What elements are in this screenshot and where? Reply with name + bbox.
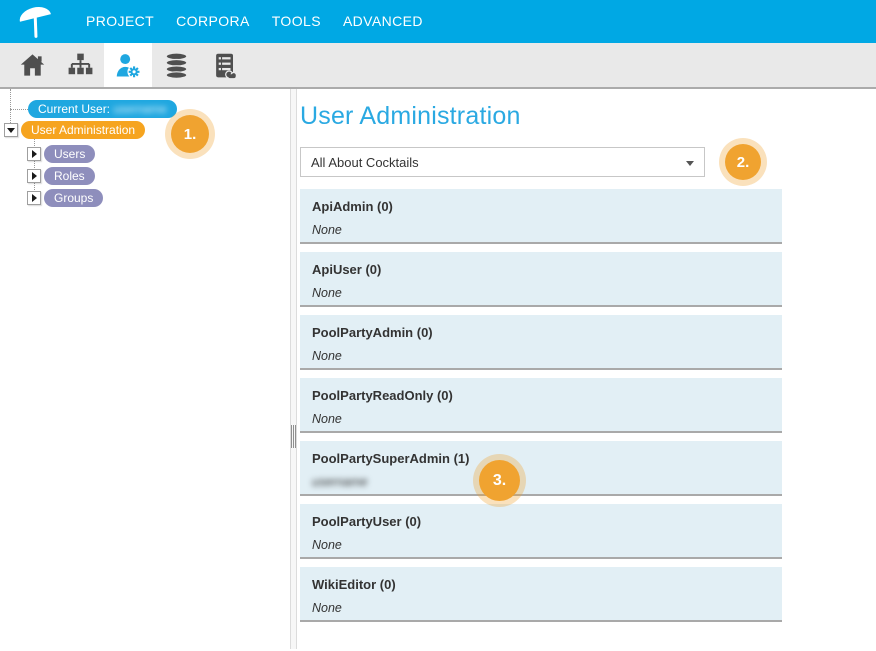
- role-card-poolpartyreadonly[interactable]: PoolPartyReadOnly (0) None: [300, 378, 782, 433]
- tree-node-users[interactable]: Users: [44, 145, 95, 163]
- tree-connector: [10, 89, 11, 123]
- role-members: None: [312, 601, 770, 615]
- role-card-poolpartysuperadmin[interactable]: PoolPartySuperAdmin (1) username: [300, 441, 782, 496]
- tree-connector: [10, 109, 28, 110]
- umbrella-icon: [14, 2, 56, 42]
- user-administration-icon: [114, 52, 142, 79]
- role-members: None: [312, 538, 770, 552]
- chevron-down-icon: [7, 128, 15, 133]
- role-card-apiadmin[interactable]: ApiAdmin (0) None: [300, 189, 782, 244]
- tree-node-label: Roles: [54, 169, 85, 183]
- nav-project[interactable]: PROJECT: [75, 0, 165, 43]
- chevron-right-icon: [32, 150, 37, 158]
- tree-node-current-user[interactable]: Current User: username: [28, 100, 177, 118]
- navigation-tree-panel: Current User: username User Administrati…: [0, 89, 290, 649]
- project-select-value: All About Cocktails: [311, 155, 419, 170]
- poolparty-app: PROJECT CORPORA TOOLS ADVANCED: [0, 0, 876, 651]
- project-hierarchy-button[interactable]: [56, 43, 104, 87]
- nav-tools[interactable]: TOOLS: [261, 0, 332, 43]
- poolparty-umbrella-logo[interactable]: [12, 2, 58, 42]
- role-title: PoolPartyUser (0): [312, 514, 770, 529]
- database-icon: [163, 52, 190, 78]
- tree-node-user-administration[interactable]: User Administration: [21, 121, 145, 139]
- role-title: PoolPartySuperAdmin (1): [312, 451, 770, 466]
- tree-node-groups[interactable]: Groups: [44, 189, 103, 207]
- tree-node-roles[interactable]: Roles: [44, 167, 95, 185]
- tree-node-label: User Administration: [31, 123, 135, 137]
- corpus-database-button[interactable]: [152, 43, 200, 87]
- tree-toggle-user-administration[interactable]: [4, 123, 18, 137]
- role-members: None: [312, 223, 770, 237]
- home-button[interactable]: [8, 43, 56, 87]
- role-members: None: [312, 412, 770, 426]
- tree-node-label: Users: [54, 147, 85, 161]
- panel-splitter[interactable]: [290, 89, 297, 649]
- role-list: ApiAdmin (0) None ApiUser (0) None PoolP…: [300, 189, 782, 622]
- role-title: WikiEditor (0): [312, 577, 770, 592]
- current-user-name-redacted: username: [113, 102, 166, 116]
- tree-toggle-roles[interactable]: [27, 169, 41, 183]
- role-card-poolpartyuser[interactable]: PoolPartyUser (0) None: [300, 504, 782, 559]
- repository-button[interactable]: [200, 43, 248, 87]
- home-icon: [19, 52, 46, 78]
- hierarchy-icon: [67, 52, 94, 78]
- annotation-badge-2: 2.: [725, 144, 761, 180]
- chevron-down-icon: [686, 161, 694, 166]
- tree-toggle-groups[interactable]: [27, 191, 41, 205]
- role-members-redacted: username: [312, 475, 770, 489]
- tree-node-label: Groups: [54, 191, 93, 205]
- chevron-right-icon: [32, 172, 37, 180]
- repository-icon: [210, 52, 238, 79]
- role-title: ApiUser (0): [312, 262, 770, 277]
- annotation-badge-1: 1.: [171, 115, 209, 153]
- role-title: ApiAdmin (0): [312, 199, 770, 214]
- splitter-grip-icon: [291, 425, 296, 448]
- current-user-label: Current User:: [38, 102, 110, 116]
- role-card-poolpartyadmin[interactable]: PoolPartyAdmin (0) None: [300, 315, 782, 370]
- icon-toolbar: [0, 43, 876, 89]
- role-members: None: [312, 286, 770, 300]
- role-card-wikieditor[interactable]: WikiEditor (0) None: [300, 567, 782, 622]
- top-navigation: PROJECT CORPORA TOOLS ADVANCED: [75, 0, 434, 43]
- role-card-apiuser[interactable]: ApiUser (0) None: [300, 252, 782, 307]
- nav-corpora[interactable]: CORPORA: [165, 0, 261, 43]
- annotation-badge-3: 3.: [479, 460, 520, 501]
- chevron-right-icon: [32, 194, 37, 202]
- nav-advanced[interactable]: ADVANCED: [332, 0, 434, 43]
- project-select[interactable]: All About Cocktails: [300, 147, 705, 177]
- user-administration-button[interactable]: [104, 43, 152, 87]
- role-title: PoolPartyAdmin (0): [312, 325, 770, 340]
- tree-toggle-users[interactable]: [27, 147, 41, 161]
- page-title: User Administration: [300, 102, 876, 131]
- role-title: PoolPartyReadOnly (0): [312, 388, 770, 403]
- top-menubar: PROJECT CORPORA TOOLS ADVANCED: [0, 0, 876, 43]
- role-members: None: [312, 349, 770, 363]
- user-administration-panel: User Administration All About Cocktails …: [297, 89, 876, 649]
